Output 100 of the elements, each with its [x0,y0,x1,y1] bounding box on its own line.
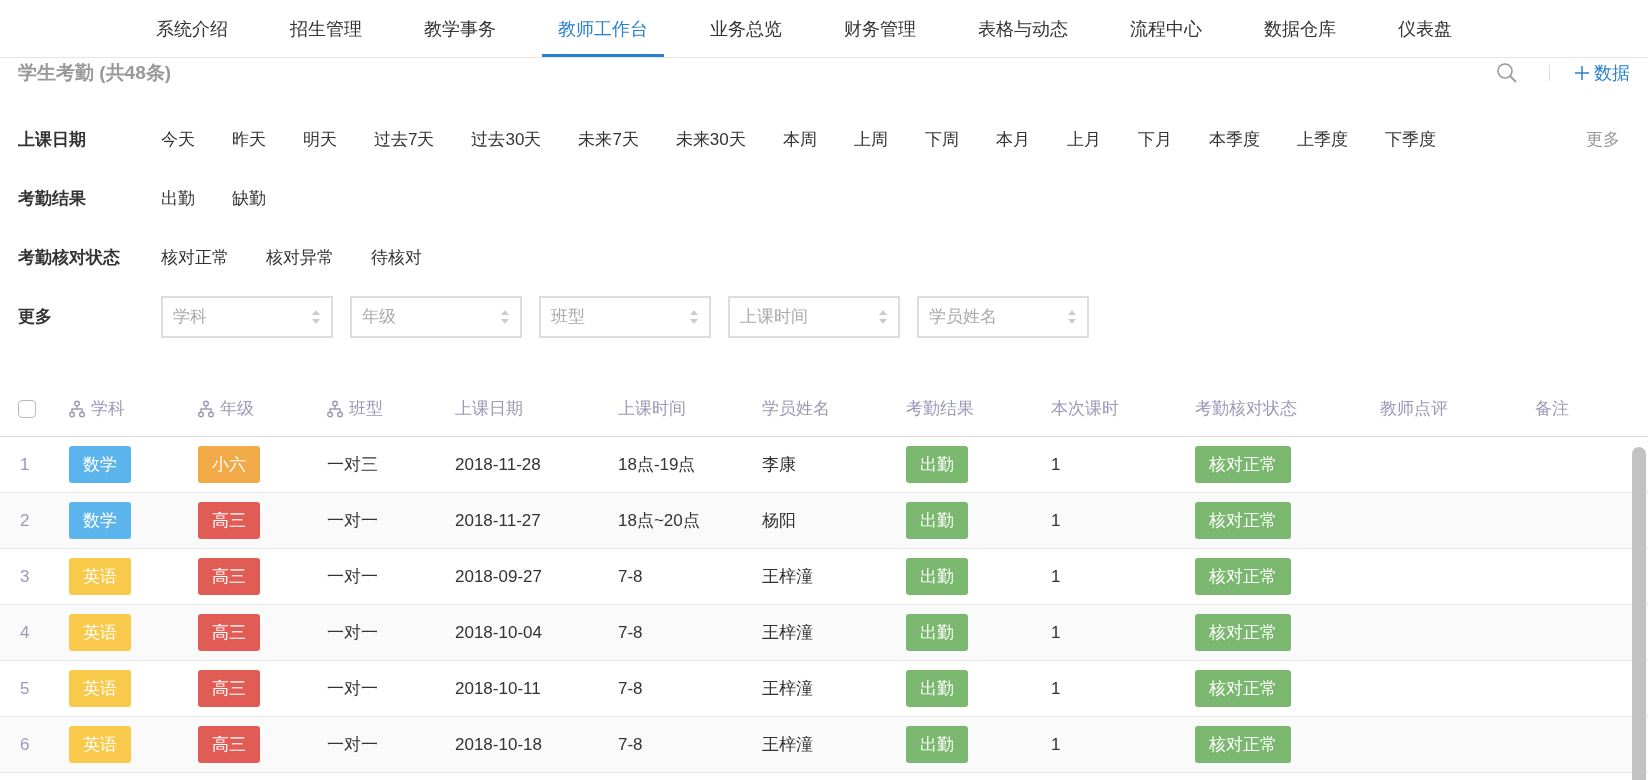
filter-option[interactable]: 上周 [853,128,888,151]
tag: 核对正常 [1195,670,1291,707]
tag: 高三 [198,670,260,707]
filter-option[interactable]: 明天 [303,128,337,151]
table-cell-text: 1 [1051,454,1062,475]
table-cell-text: 18点~20点 [618,510,701,532]
filter-option[interactable]: 未来7天 [578,128,639,151]
table-cell-text: 1 [1051,622,1062,643]
hierarchy-icon [69,399,85,418]
table-cell-text: 18点-19点 [618,454,697,476]
filter-option[interactable]: 下月 [1137,128,1172,151]
table-cell-text: 一对一 [327,678,379,700]
table-cell-text: 一对一 [327,566,379,588]
filter-option[interactable]: 上季度 [1296,128,1348,151]
nav-tab[interactable]: 流程中心 [1114,0,1218,57]
table-cell-text: 2018-10-18 [455,734,543,755]
tag: 高三 [198,558,260,595]
filter-option[interactable]: 核对正常 [161,246,229,269]
filter-option[interactable]: 本周 [782,128,817,151]
tag: 高三 [198,726,260,763]
tag: 出勤 [906,502,968,539]
nav-tab[interactable]: 系统介绍 [140,0,244,57]
table-cell-text: 2018-11-28 [455,454,542,475]
tag: 出勤 [906,558,968,595]
row-number: 5 [19,678,31,699]
filter-option[interactable]: 过去7天 [374,128,435,151]
filter-option[interactable]: 未来30天 [675,128,746,151]
tag: 高三 [198,614,260,651]
row-number: 1 [19,454,31,475]
table-cell-text: 7-8 [618,678,644,699]
filter-option[interactable]: 核对异常 [266,246,334,269]
table-cell-text: 一对一 [327,622,379,644]
nav-tab[interactable]: 教学事务 [408,0,512,57]
tag: 小六 [198,446,260,483]
filter-label: 考勤核对状态 [18,247,121,269]
filter-label: 更多 [18,306,53,328]
table-cell-text: 一对一 [327,510,379,532]
table-cell-text: 王梓潼 [762,622,814,644]
table-cell-text: 王梓潼 [762,678,814,700]
filter-option[interactable]: 昨天 [232,128,266,151]
select-all-checkbox[interactable] [18,399,36,418]
hierarchy-icon [198,399,214,418]
nav-tab[interactable]: 表格与动态 [962,0,1084,57]
filter-option[interactable]: 下季度 [1384,128,1436,151]
table-cell-text: 1 [1051,566,1062,587]
filter-option[interactable]: 今天 [161,128,195,151]
tag: 英语 [69,558,131,595]
nav-tab[interactable]: 教师工作台 [542,0,664,57]
filter-label: 上课日期 [18,129,87,151]
table-cell-text: 杨阳 [762,510,797,532]
tag: 出勤 [906,614,968,651]
table-cell-text: 2018-10-11 [455,678,542,699]
filter-label: 考勤结果 [18,188,87,210]
tag: 核对正常 [1195,726,1291,763]
table-cell-text: 一对一 [327,734,379,756]
filter-option[interactable]: 缺勤 [232,187,266,210]
tag: 核对正常 [1195,502,1291,539]
table-cell-text: 7-8 [618,566,644,587]
hierarchy-icon [327,399,343,418]
nav-tab[interactable]: 仪表盘 [1382,0,1468,57]
filter-option[interactable]: 过去30天 [471,128,542,151]
tag: 核对正常 [1195,558,1291,595]
nav-tab[interactable]: 业务总览 [694,0,798,57]
table-cell-text: 1 [1051,678,1062,699]
tag: 高三 [198,502,260,539]
tag: 出勤 [906,446,968,483]
row-number: 3 [19,566,31,587]
tag: 出勤 [906,670,968,707]
tag: 英语 [69,614,131,651]
tag: 英语 [69,726,131,763]
search-icon[interactable] [1495,61,1519,85]
filter-option[interactable]: 下周 [924,128,959,151]
table-cell-text: 1 [1051,734,1062,755]
nav-tab[interactable]: 数据仓库 [1248,0,1352,57]
filter-option[interactable]: 本季度 [1208,128,1260,151]
nav-tab[interactable]: 招生管理 [274,0,378,57]
table-cell-text: 7-8 [618,622,644,643]
table-cell-text: 王梓潼 [762,734,814,756]
table-cell-text: 一对三 [327,454,379,476]
table-cell-text: 2018-10-04 [455,622,543,643]
table-cell-text: 1 [1051,510,1062,531]
nav-tab[interactable]: 财务管理 [828,0,932,57]
row-number: 6 [19,734,31,755]
plus-icon [1574,65,1590,81]
add-data-link[interactable]: 数据 [1574,61,1630,85]
row-number: 2 [19,510,31,531]
tag: 数学 [69,446,131,483]
tag: 出勤 [906,726,968,763]
filter-option[interactable]: 上月 [1066,128,1101,151]
page-title: 学生考勤 (共48条) [18,61,172,85]
table-cell-text: 2018-11-27 [455,510,542,531]
table-cell-text: 王梓潼 [762,566,814,588]
tag: 核对正常 [1195,614,1291,651]
tag: 数学 [69,502,131,539]
tag: 英语 [69,670,131,707]
filter-option[interactable]: 待核对 [371,246,422,269]
scrollbar[interactable] [1632,447,1646,780]
filter-option[interactable]: 出勤 [161,187,195,210]
table-cell-text: 李康 [762,454,797,476]
filter-option[interactable]: 本月 [995,128,1030,151]
